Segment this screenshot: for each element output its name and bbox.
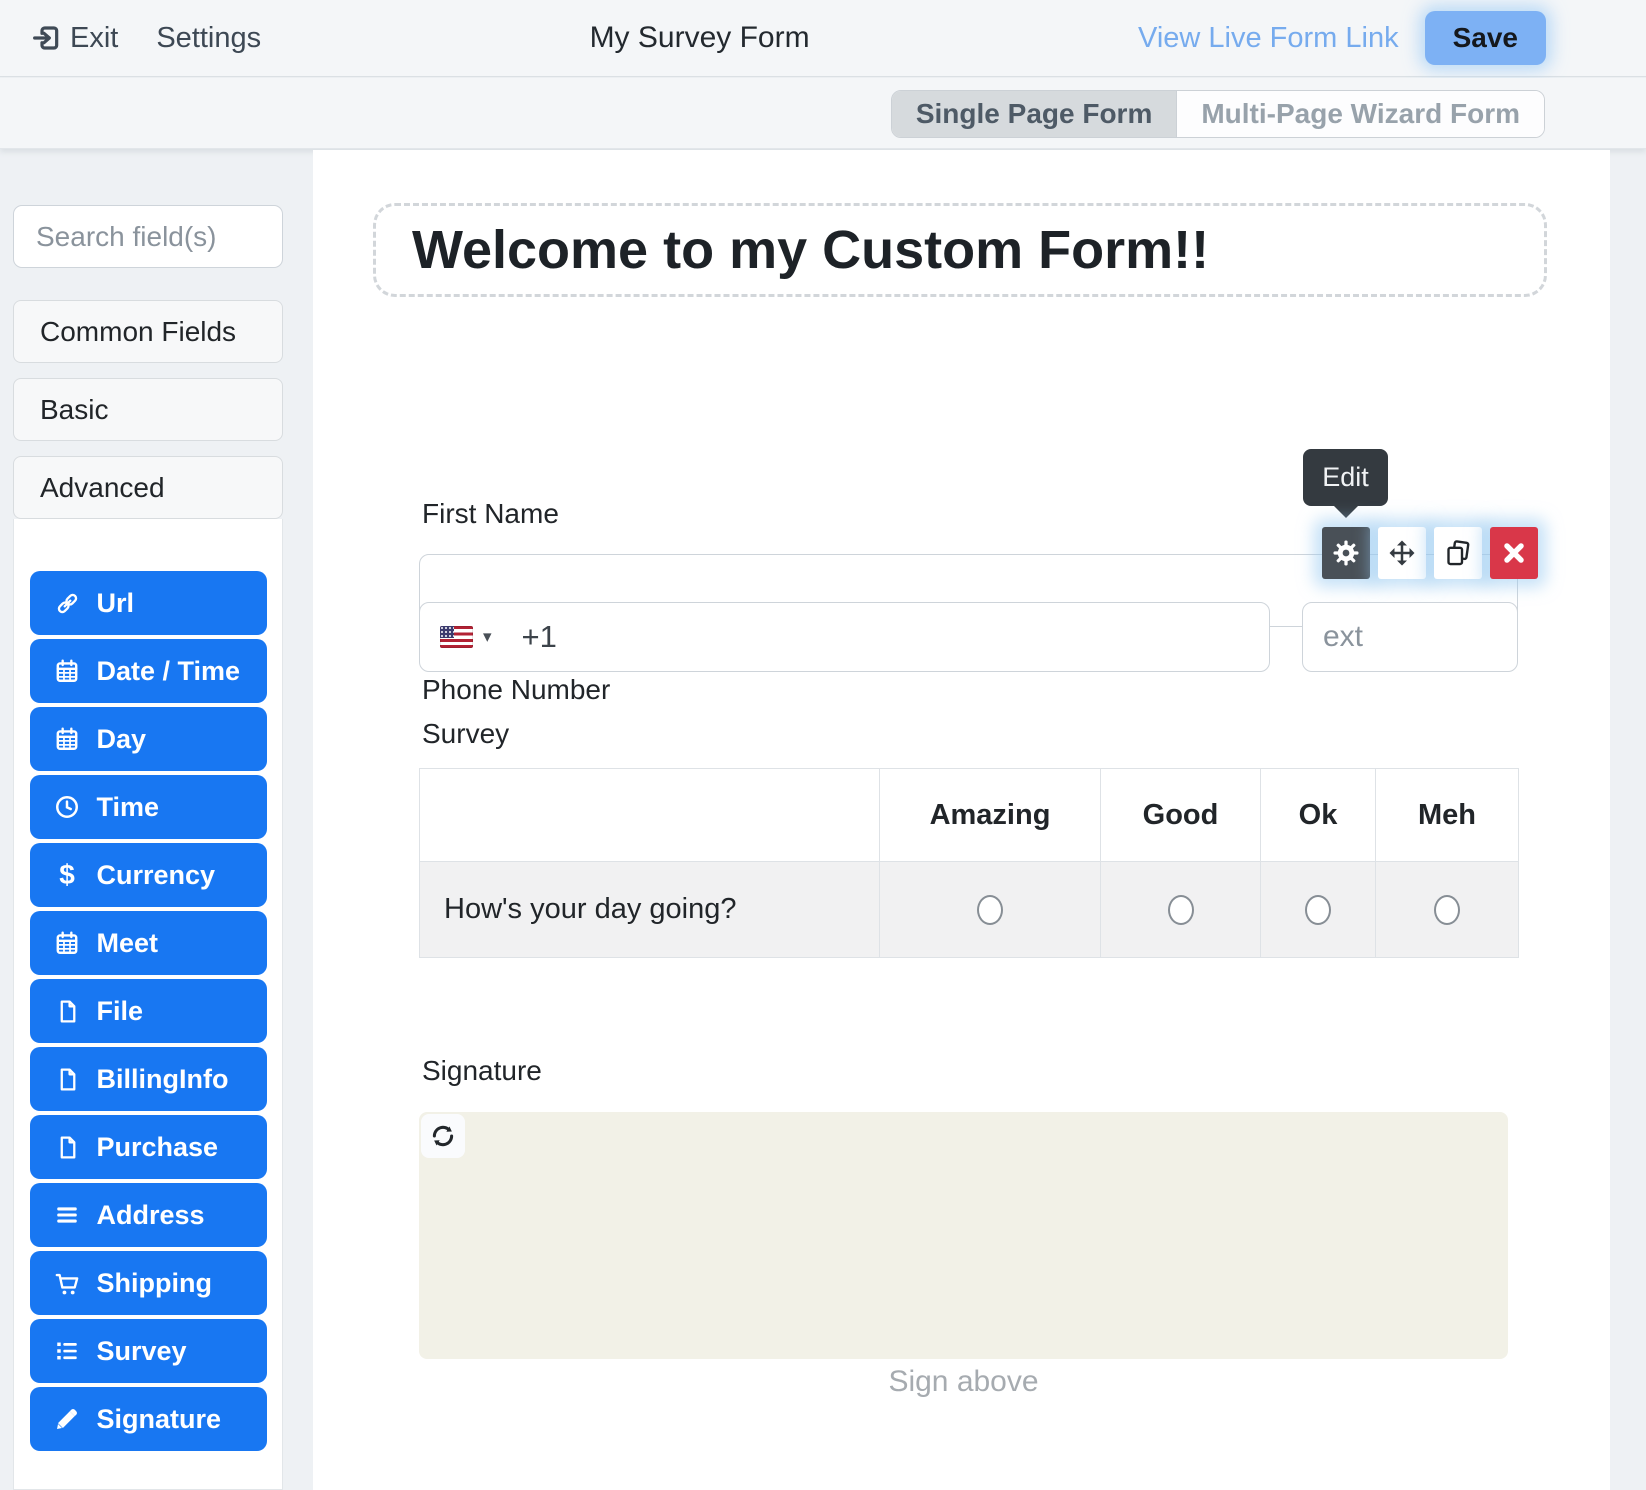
signature-pad[interactable] [419,1112,1508,1359]
move-icon [1387,538,1417,568]
calendar-icon [54,658,81,685]
clock-icon [54,794,81,821]
settings-button[interactable]: Settings [156,22,261,55]
file-icon [54,1134,81,1161]
radio-meh[interactable] [1434,895,1460,925]
survey-question: How's your day going? [420,862,880,958]
refresh-icon [429,1122,457,1150]
phone-label: Phone Number [422,674,610,706]
survey-column-good: Good [1101,769,1261,862]
signature-clear-button[interactable] [421,1114,465,1158]
top-bar-right: View Live Form Link Save [1138,11,1546,65]
save-button[interactable]: Save [1425,11,1546,65]
radio-good[interactable] [1168,895,1194,925]
file-icon [54,1066,81,1093]
search-input[interactable] [13,205,283,268]
survey-label: Survey [422,718,509,750]
view-live-form-link[interactable]: View Live Form Link [1138,22,1399,55]
field-button-time[interactable]: Time [30,775,267,839]
copy-icon [1443,538,1473,568]
field-button-day[interactable]: Day [30,707,267,771]
sidebar-section-common-fields[interactable]: Common Fields [13,300,283,363]
calendar-icon [54,726,81,753]
delete-field-button[interactable] [1490,527,1538,579]
field-button-billinginfo[interactable]: BillingInfo [30,1047,267,1111]
list-icon [54,1338,81,1365]
field-button-currency[interactable]: $ Currency [30,843,267,907]
radio-amazing[interactable] [977,895,1003,925]
survey-header-row: Amazing Good Ok Meh [420,769,1519,862]
form-canvas: Welcome to my Custom Form!! First Name E… [313,150,1610,1490]
survey-column-amazing: Amazing [880,769,1101,862]
mode-toggle-bar: Single Page Form Multi-Page Wizard Form [0,78,1646,149]
field-button-file[interactable]: File [30,979,267,1043]
exit-button[interactable]: Exit [30,22,118,55]
calendar-icon [54,930,81,957]
field-button-date-time[interactable]: Date / Time [30,639,267,703]
gear-icon [1331,538,1361,568]
exit-label: Exit [70,22,118,55]
survey-table: Amazing Good Ok Meh How's your day going… [419,768,1519,958]
bars-icon [54,1202,81,1229]
country-flag-dropdown[interactable]: ▾ [440,626,492,648]
pencil-icon [54,1406,81,1433]
dollar-icon: $ [54,862,81,889]
advanced-fields-panel: Url Date / Time [13,519,283,1490]
field-button-survey[interactable]: Survey [30,1319,267,1383]
form-title-editable[interactable]: Welcome to my Custom Form!! [373,203,1547,297]
field-button-signature[interactable]: Signature [30,1387,267,1451]
form-builder-app: Exit Settings My Survey Form View Live F… [0,0,1646,1490]
move-field-button[interactable] [1378,527,1426,579]
phone-input[interactable]: ▾ +1 [419,602,1270,672]
survey-corner-cell [420,769,880,862]
link-icon [54,590,81,617]
page-title: My Survey Form [261,21,1138,55]
edit-field-button[interactable] [1322,527,1370,579]
field-action-toolbar [1322,527,1538,579]
signature-label: Signature [422,1055,542,1087]
field-button-address[interactable]: Address [30,1183,267,1247]
multi-page-wizard-form-tab[interactable]: Multi-Page Wizard Form [1177,91,1544,137]
edit-tooltip: Edit [1303,449,1388,506]
single-page-form-tab[interactable]: Single Page Form [892,91,1178,137]
field-button-url[interactable]: Url [30,571,267,635]
page-mode-toggle-group: Single Page Form Multi-Page Wizard Form [891,90,1545,138]
cart-icon [54,1270,81,1297]
copy-field-button[interactable] [1434,527,1482,579]
sidebar-section-advanced[interactable]: Advanced [13,456,283,519]
sidebar-section-basic[interactable]: Basic [13,378,283,441]
field-sidebar: Common Fields Basic Advanced Url [13,150,295,1490]
field-button-meet[interactable]: Meet [30,911,267,975]
radio-ok[interactable] [1305,895,1331,925]
survey-column-ok: Ok [1261,769,1376,862]
first-name-label: First Name [422,498,559,530]
us-flag-icon [440,626,473,648]
survey-column-meh: Meh [1376,769,1519,862]
top-bar: Exit Settings My Survey Form View Live F… [0,0,1646,77]
field-button-shipping[interactable]: Shipping [30,1251,267,1315]
top-bar-left: Exit Settings [30,22,261,55]
file-icon [54,998,81,1025]
sign-above-hint: Sign above [419,1365,1508,1399]
chevron-down-icon: ▾ [483,627,492,647]
survey-question-row: How's your day going? [420,862,1519,958]
phone-ext-input[interactable] [1302,602,1518,672]
close-icon [1501,540,1527,566]
field-button-purchase[interactable]: Purchase [30,1115,267,1179]
dial-code-value: +1 [522,619,557,655]
exit-icon [30,22,62,54]
